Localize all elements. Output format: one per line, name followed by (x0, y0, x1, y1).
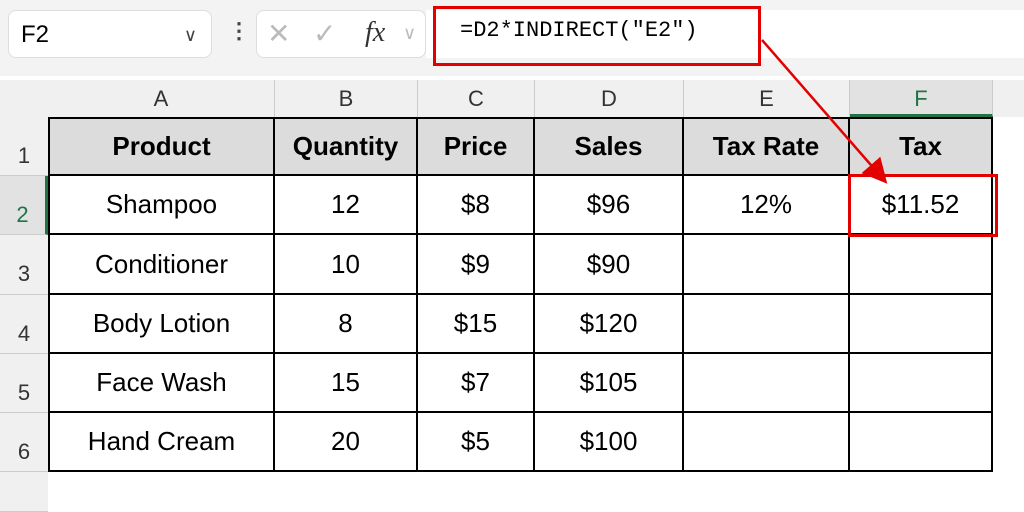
annotation-arrow (761, 39, 888, 184)
